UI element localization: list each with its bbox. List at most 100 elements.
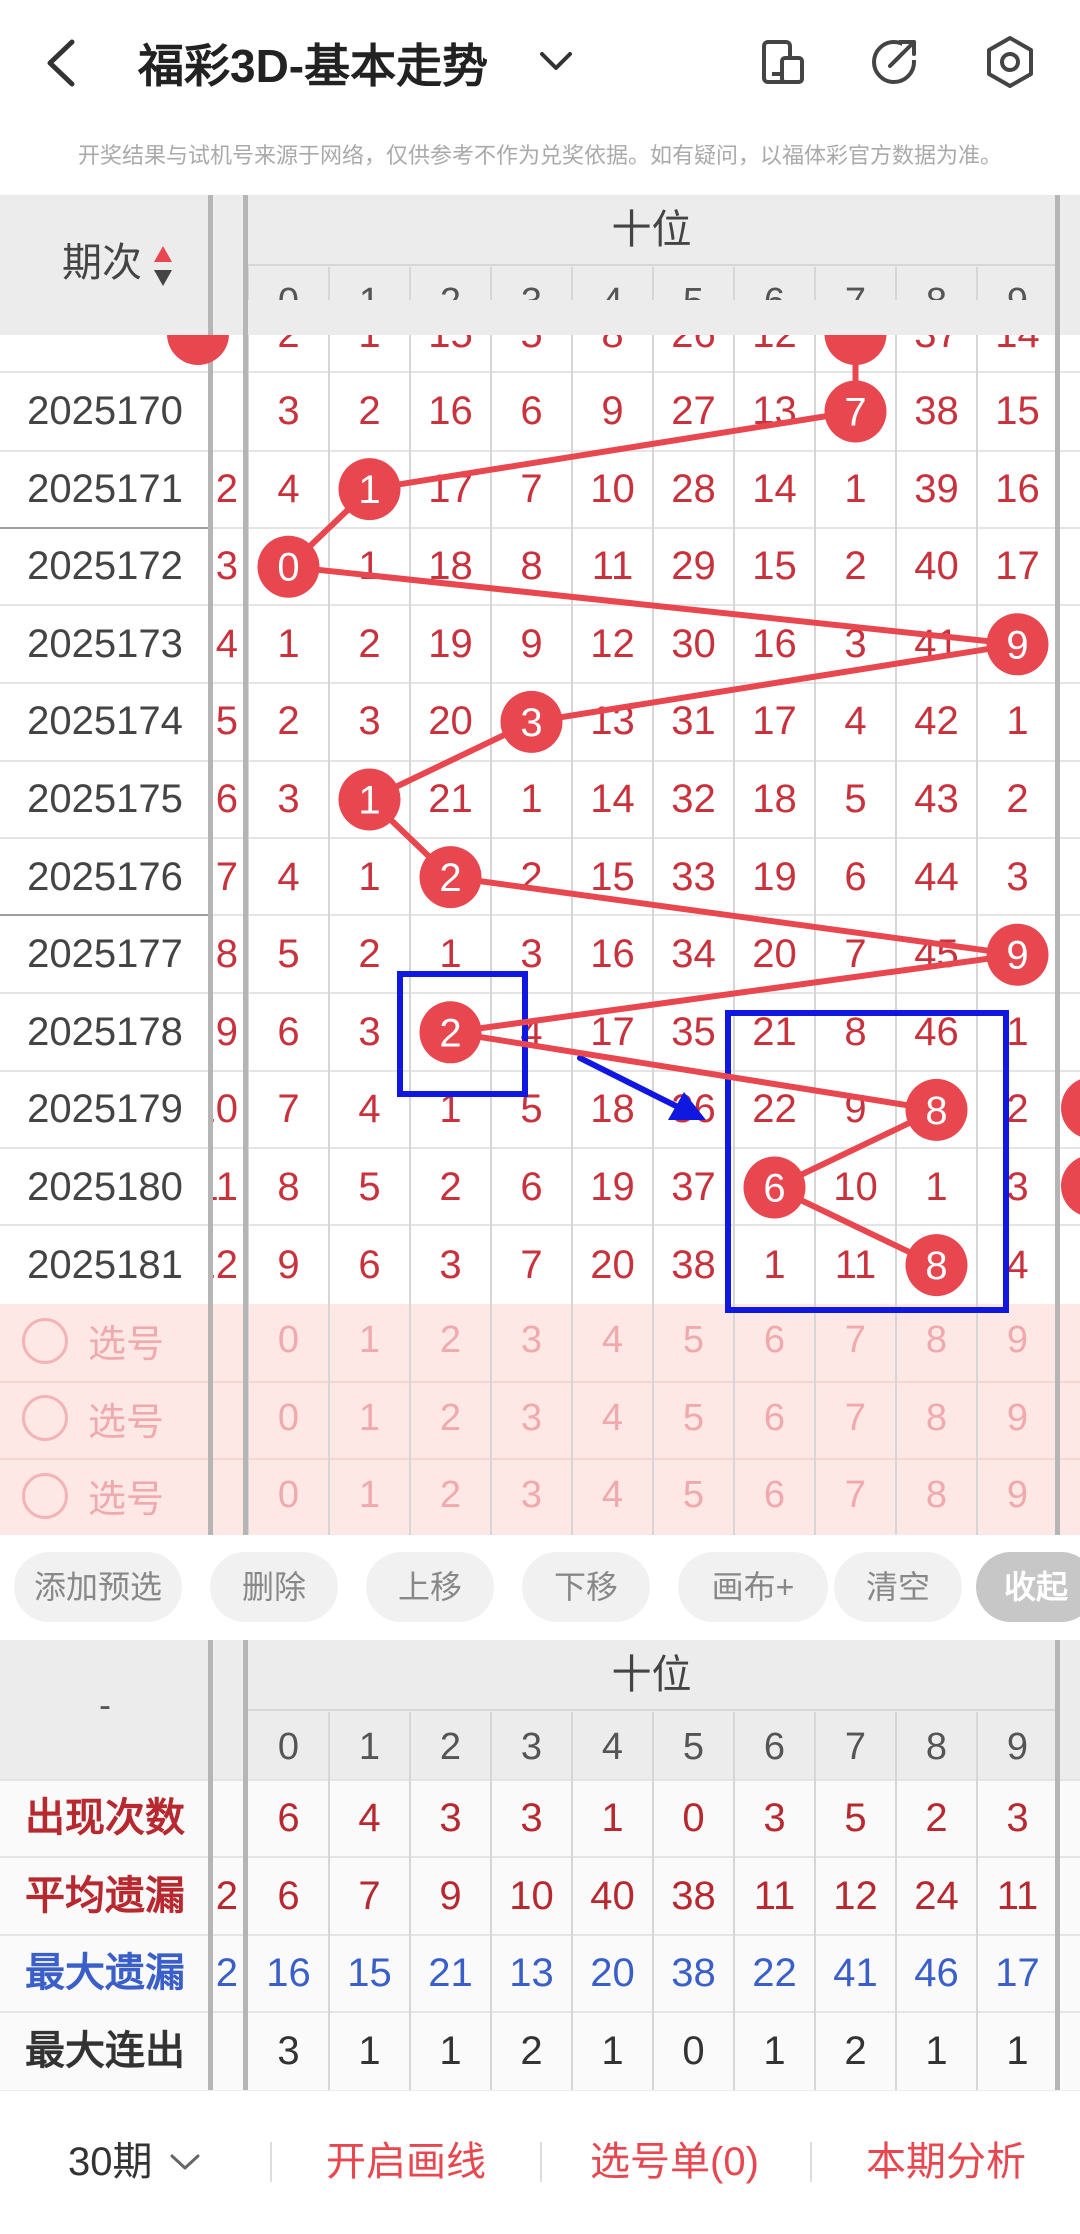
trend-cell: 33 xyxy=(671,854,716,899)
trend-cell: 1 xyxy=(439,932,462,977)
toolbar-button[interactable]: 下移 xyxy=(522,1552,650,1622)
radio-circle-icon[interactable] xyxy=(22,1395,68,1441)
disclaimer-text: 开奖结果与试机号来源于网络，仅供参考不作为兑奖依据。如有疑问，以福体彩官方数据为… xyxy=(77,143,1002,168)
pick-digit[interactable]: 0 xyxy=(248,1302,329,1379)
trend-cell: 16 xyxy=(428,389,473,433)
pick-digit[interactable]: 3 xyxy=(491,1302,572,1379)
pick-digit[interactable]: 3 xyxy=(491,1457,572,1534)
trend-cell: 6 xyxy=(358,1242,381,1287)
pick-digit[interactable]: 4 xyxy=(572,1380,653,1457)
clipped-cell: 8 xyxy=(215,932,238,977)
trend-cell: 37 xyxy=(671,1165,716,1209)
trend-cell: 11 xyxy=(834,1242,877,1287)
stats-cell: 3 xyxy=(439,1796,462,1840)
stats-cell: 17 xyxy=(995,1951,1040,1995)
trend-cell: 16 xyxy=(590,932,635,977)
chevron-down-icon[interactable] xyxy=(538,48,574,74)
stats-cell: 2 xyxy=(520,2028,543,2073)
stats-digit-header: 2 xyxy=(439,1726,462,1768)
stats-cell: 40 xyxy=(590,1873,635,1918)
trend-cell: 1 xyxy=(763,1242,786,1287)
period-select[interactable]: 30期 xyxy=(68,2132,153,2192)
trend-cell: 1 xyxy=(358,854,381,899)
pick-digit[interactable]: 9 xyxy=(977,1380,1058,1457)
trend-cell: 7 xyxy=(277,1087,300,1132)
page-title[interactable]: 福彩3D-基本走势 xyxy=(138,30,488,96)
pick-digit[interactable]: 7 xyxy=(815,1302,896,1379)
stats-cell: 1 xyxy=(439,2028,462,2073)
stats-cell: 46 xyxy=(914,1951,959,1995)
settings-icon[interactable] xyxy=(980,32,1040,92)
trend-cell: 14 xyxy=(590,777,635,821)
pick-digit[interactable]: 0 xyxy=(248,1457,329,1534)
back-chevron-left-icon[interactable] xyxy=(40,36,80,90)
sort-icon[interactable] xyxy=(152,244,174,288)
pick-digit[interactable]: 4 xyxy=(572,1302,653,1379)
toolbar-button[interactable]: 收起 xyxy=(976,1552,1080,1622)
trend-cell: 20 xyxy=(590,1242,635,1287)
toolbar-button[interactable]: 添加预选 xyxy=(14,1552,182,1622)
stats-row-label: 平均遗漏 xyxy=(25,1873,185,1918)
pick-digit[interactable]: 9 xyxy=(977,1457,1058,1534)
pick-digit[interactable]: 6 xyxy=(734,1380,815,1457)
pick-digit[interactable]: 8 xyxy=(896,1380,977,1457)
pick-digit[interactable]: 4 xyxy=(572,1457,653,1534)
pick-digit[interactable]: 6 xyxy=(734,1457,815,1534)
toolbar-button[interactable]: 画布+ xyxy=(678,1552,828,1622)
trend-cell: 36 xyxy=(671,1087,716,1132)
trend-cell: 9 xyxy=(844,1087,867,1132)
trend-cell: 22 xyxy=(752,1087,797,1132)
trend-cell: 21 xyxy=(752,1009,797,1054)
toolbar-button[interactable]: 上移 xyxy=(366,1552,494,1622)
pick-digit[interactable]: 6 xyxy=(734,1302,815,1379)
period-number: 2025179 xyxy=(27,1087,183,1132)
pick-digit[interactable]: 3 xyxy=(491,1380,572,1457)
share-icon[interactable] xyxy=(864,32,924,92)
trend-cell: 13 xyxy=(752,389,797,433)
trend-cell: 2 xyxy=(439,1165,462,1209)
pick-digit[interactable]: 9 xyxy=(977,1302,1058,1379)
pick-digit[interactable]: 1 xyxy=(329,1457,410,1534)
pick-digit[interactable]: 5 xyxy=(653,1457,734,1534)
pick-digit[interactable]: 2 xyxy=(410,1380,491,1457)
trend-cell: 13 xyxy=(590,699,635,744)
pick-digit[interactable]: 8 xyxy=(896,1302,977,1379)
pick-row-selector[interactable]: 选号 xyxy=(22,1380,164,1457)
pick-digit[interactable]: 2 xyxy=(410,1457,491,1534)
pick-digit[interactable]: 7 xyxy=(815,1457,896,1534)
pick-row-selector[interactable]: 选号 xyxy=(22,1302,164,1379)
tens-section-header: 十位 xyxy=(611,208,692,252)
trend-cell: 38 xyxy=(914,389,959,433)
pick-digit[interactable]: 5 xyxy=(653,1302,734,1379)
trend-cell: 7 xyxy=(520,466,543,511)
stats-cell: 11 xyxy=(753,1873,796,1918)
divider xyxy=(810,2142,812,2182)
radio-circle-icon[interactable] xyxy=(22,1317,68,1364)
pick-digit[interactable]: 7 xyxy=(815,1380,896,1457)
stats-cell: 7 xyxy=(358,1873,381,1918)
stats-cell: 6 xyxy=(277,1796,300,1840)
chevron-down-icon[interactable] xyxy=(168,2152,202,2174)
pick-digit[interactable]: 1 xyxy=(329,1380,410,1457)
trend-cell: 4 xyxy=(520,1009,543,1054)
pick-digit[interactable]: 5 xyxy=(653,1380,734,1457)
device-layout-icon[interactable] xyxy=(752,32,812,92)
toolbar-button[interactable]: 删除 xyxy=(210,1552,338,1622)
analysis-button[interactable]: 本期分析 xyxy=(866,2132,1026,2192)
radio-circle-icon[interactable] xyxy=(22,1472,68,1519)
period-number: 2025176 xyxy=(27,854,183,899)
trend-cell: 9 xyxy=(277,1242,300,1287)
stats-cell: 1 xyxy=(1006,2028,1029,2073)
pick-list-button[interactable]: 选号单(0) xyxy=(590,2132,759,2192)
trend-cell: 38 xyxy=(671,1242,716,1287)
pick-digit[interactable]: 2 xyxy=(410,1302,491,1379)
period-column-header[interactable]: 期次 xyxy=(62,228,142,298)
stats-cell: 1 xyxy=(601,2028,624,2073)
pick-row-selector[interactable]: 选号 xyxy=(22,1457,164,1534)
toolbar-button[interactable]: 清空 xyxy=(834,1552,962,1622)
pick-digit[interactable]: 1 xyxy=(329,1302,410,1379)
pick-digit[interactable]: 8 xyxy=(896,1457,977,1534)
pick-label: 选号 xyxy=(88,1479,165,1521)
pick-digit[interactable]: 0 xyxy=(248,1380,329,1457)
draw-line-button[interactable]: 开启画线 xyxy=(326,2132,486,2192)
